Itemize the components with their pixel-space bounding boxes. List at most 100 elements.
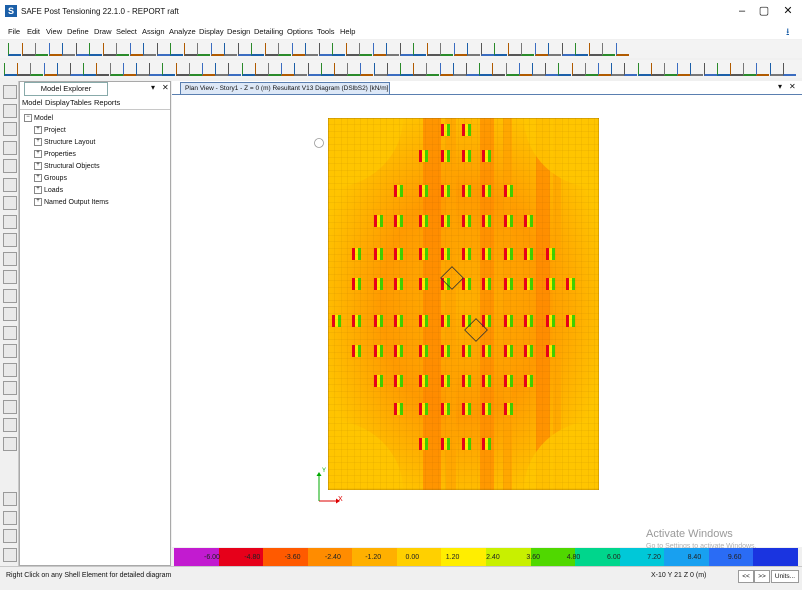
draw-tool-icon[interactable] (3, 140, 17, 155)
menu-display[interactable]: Display (199, 27, 224, 36)
draw-tool-icon[interactable] (3, 214, 17, 229)
draw-tool-icon[interactable] (3, 399, 17, 414)
draw-tool-icon[interactable] (3, 547, 17, 562)
toolbar-tool-icon[interactable] (782, 63, 796, 76)
toolbar-tool-icon[interactable] (224, 43, 237, 56)
toolbar-tool-icon[interactable] (264, 43, 278, 56)
expand-icon[interactable]: + (34, 186, 42, 194)
toolbar-tool-icon[interactable] (116, 43, 129, 56)
draw-tool-icon[interactable] (3, 529, 17, 543)
draw-tool-icon[interactable] (3, 233, 17, 247)
view-close-icon[interactable]: ✕ (789, 82, 796, 91)
toolbar-tool-icon[interactable] (548, 43, 561, 56)
expand-icon[interactable]: + (34, 174, 42, 182)
menu-detailing[interactable]: Detailing (254, 27, 283, 36)
draw-tool-icon[interactable] (3, 492, 17, 506)
expand-icon[interactable]: + (34, 126, 42, 134)
menu-assign[interactable]: Assign (142, 27, 165, 36)
toolbar-tool-icon[interactable] (624, 63, 638, 76)
toolbar-tool-icon[interactable] (518, 63, 532, 76)
menu-design[interactable]: Design (227, 27, 250, 36)
panel-pin-icon[interactable]: ▾ (151, 83, 155, 92)
draw-tool-icon[interactable] (3, 381, 17, 395)
units-button[interactable]: Units... (771, 570, 799, 583)
toolbar-tool-icon[interactable] (347, 63, 361, 76)
toolbar-tool-icon[interactable] (561, 43, 575, 56)
toolbar-tool-icon[interactable] (83, 63, 97, 76)
tree-item-properties[interactable]: + Properties (34, 150, 76, 158)
tree-item-groups[interactable]: + Groups (34, 174, 67, 182)
draw-tool-icon[interactable] (3, 325, 17, 340)
toolbar-tool-icon[interactable] (210, 43, 224, 56)
menu-analyze[interactable]: Analyze (169, 27, 196, 36)
toolbar-tool-icon[interactable] (251, 43, 264, 56)
toolbar-tool-icon[interactable] (8, 43, 21, 56)
view-pin-icon[interactable]: ▾ (778, 82, 782, 91)
maximize-button[interactable]: ▢ (752, 3, 776, 19)
toolbar-tool-icon[interactable] (254, 63, 268, 76)
toolbar-tool-icon[interactable] (109, 63, 123, 76)
tree-item-project[interactable]: + Project (34, 126, 66, 134)
draw-tool-icon[interactable] (3, 270, 17, 284)
model-explorer-tab[interactable]: Model Explorer (24, 82, 108, 96)
expand-icon[interactable]: + (34, 198, 42, 206)
toolbar-tool-icon[interactable] (345, 43, 359, 56)
next-button[interactable]: >> (754, 570, 770, 583)
toolbar-tool-icon[interactable] (129, 43, 143, 56)
toolbar-tool-icon[interactable] (615, 43, 629, 56)
tab-display[interactable]: Display (45, 98, 70, 107)
toolbar-tool-icon[interactable] (175, 63, 189, 76)
toolbar-tool-icon[interactable] (268, 63, 281, 76)
expand-icon[interactable]: + (34, 162, 42, 170)
toolbar-tool-icon[interactable] (75, 43, 89, 56)
toolbar-tool-icon[interactable] (228, 63, 242, 76)
toolbar-tool-icon[interactable] (558, 63, 572, 76)
toolbar-tool-icon[interactable] (664, 63, 677, 76)
toolbar-tool-icon[interactable] (360, 63, 374, 76)
menu-edit[interactable]: Edit (27, 27, 40, 36)
tree-root[interactable]: − Model (24, 114, 53, 122)
toolbar-tool-icon[interactable] (426, 43, 440, 56)
toolbar-tool-icon[interactable] (479, 63, 493, 76)
draw-tool-icon[interactable] (3, 159, 17, 173)
toolbar-tool-icon[interactable] (197, 43, 210, 56)
panel-close-icon[interactable]: ✕ (162, 83, 169, 92)
toolbar-tool-icon[interactable] (30, 63, 44, 76)
toolbar-tool-icon[interactable] (281, 63, 295, 76)
toolbar-tool-icon[interactable] (4, 63, 17, 76)
toolbar-tool-icon[interactable] (598, 63, 611, 76)
toolbar-tool-icon[interactable] (162, 63, 176, 76)
toolbar-tool-icon[interactable] (507, 43, 521, 56)
draw-tool-icon[interactable] (3, 362, 17, 377)
menu-help[interactable]: Help (340, 27, 355, 36)
toolbar-tool-icon[interactable] (677, 63, 691, 76)
toolbar-tool-icon[interactable] (480, 43, 494, 56)
draw-tool-icon[interactable] (3, 103, 17, 118)
draw-tool-icon[interactable] (3, 196, 17, 210)
draw-tool-icon[interactable] (3, 288, 17, 303)
toolbar-tool-icon[interactable] (467, 43, 480, 56)
toolbar-tool-icon[interactable] (278, 43, 291, 56)
draw-tool-icon[interactable] (3, 307, 17, 321)
toolbar-tool-icon[interactable] (102, 43, 116, 56)
toolbar-tool-icon[interactable] (241, 63, 255, 76)
toolbar-tool-icon[interactable] (439, 63, 453, 76)
menu-options[interactable]: Options (287, 27, 313, 36)
toolbar-tool-icon[interactable] (650, 63, 664, 76)
tab-reports[interactable]: Reports (94, 98, 120, 107)
draw-tool-icon[interactable] (3, 418, 17, 432)
toolbar-tool-icon[interactable] (183, 43, 197, 56)
toolbar-tool-icon[interactable] (588, 43, 602, 56)
toolbar-tool-icon[interactable] (716, 63, 730, 76)
toolbar-tool-icon[interactable] (637, 63, 651, 76)
toolbar-tool-icon[interactable] (494, 43, 507, 56)
toolbar-tool-icon[interactable] (571, 63, 585, 76)
shear-contour-plot[interactable] (328, 118, 599, 490)
minimize-button[interactable]: – (730, 3, 754, 19)
menu-view[interactable]: View (46, 27, 62, 36)
toolbar-tool-icon[interactable] (584, 63, 598, 76)
previous-button[interactable]: << (738, 570, 754, 583)
draw-tool-icon[interactable] (3, 344, 17, 358)
expand-icon[interactable]: + (34, 150, 42, 158)
toolbar-tool-icon[interactable] (703, 63, 717, 76)
